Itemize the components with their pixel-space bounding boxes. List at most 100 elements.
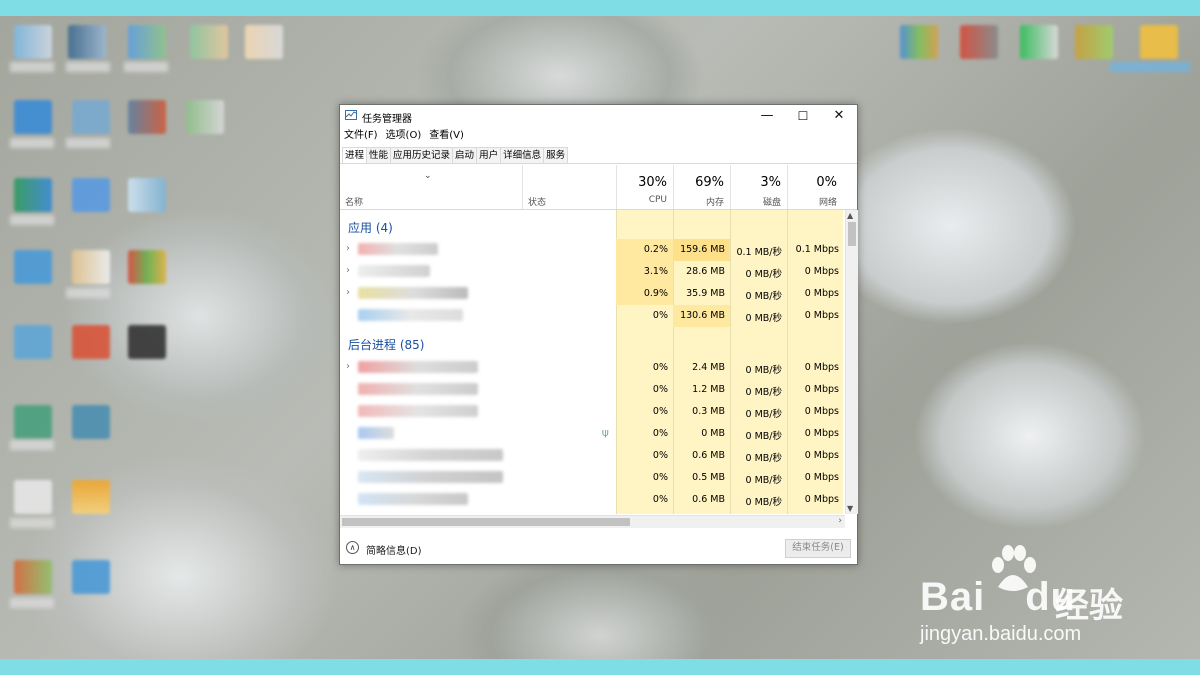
desktop-icon[interactable]: [128, 325, 166, 359]
table-row[interactable]: 0% 0.6 MB 0 MB/秒 0 Mbps: [340, 489, 843, 511]
desktop-icon[interactable]: [1020, 25, 1058, 59]
watermark-brand-cn: 经验: [1055, 586, 1123, 626]
desktop-icon[interactable]: [14, 25, 52, 59]
col-disk[interactable]: 3% 磁盘: [730, 165, 788, 209]
desktop-icon[interactable]: [128, 100, 166, 134]
expand-chevron-icon[interactable]: ›: [346, 243, 350, 254]
menu-view[interactable]: 查看(V): [425, 128, 468, 144]
desktop-icon[interactable]: [72, 405, 110, 439]
close-button[interactable]: ✕: [821, 105, 857, 127]
group-background: 后台进程 (85): [348, 338, 425, 352]
desktop-icon[interactable]: [14, 178, 52, 212]
desktop-icon[interactable]: [245, 25, 283, 59]
col-name-label: 名称: [345, 198, 364, 208]
end-task-button[interactable]: 结束任务(E): [785, 539, 851, 558]
desktop-icon[interactable]: [128, 178, 166, 212]
disk-cell: 0 MB/秒: [745, 387, 782, 398]
disk-cell: 0 MB/秒: [745, 365, 782, 376]
scroll-up-icon[interactable]: ▲: [847, 211, 853, 220]
desktop-icon[interactable]: [72, 560, 110, 594]
table-row[interactable]: 0% 0.5 MB 0 MB/秒 0 Mbps: [340, 467, 843, 489]
network-cell: 0 Mbps: [804, 362, 839, 373]
tab-performance[interactable]: 性能: [366, 147, 392, 163]
scroll-thumb[interactable]: [848, 222, 856, 246]
desktop-icon[interactable]: [14, 480, 52, 514]
tab-services[interactable]: 服务: [543, 147, 569, 163]
horizontal-scrollbar[interactable]: ›: [340, 515, 845, 528]
menu-file[interactable]: 文件(F): [340, 128, 382, 144]
col-network[interactable]: 0% 网络: [787, 165, 843, 209]
disk-cell: 0 MB/秒: [745, 497, 782, 508]
memory-cell: 1.2 MB: [692, 384, 725, 395]
desktop-icon[interactable]: [190, 25, 228, 59]
desktop-icon[interactable]: [128, 25, 166, 59]
disk-cell: 0.1 MB/秒: [736, 247, 782, 258]
tab-processes[interactable]: 进程: [342, 147, 368, 163]
table-row[interactable]: › 3.1% 28.6 MB 0 MB/秒 0 Mbps: [340, 261, 843, 283]
desktop-icon[interactable]: [186, 100, 224, 134]
desktop-icon[interactable]: [128, 250, 166, 284]
expand-chevron-icon[interactable]: ›: [346, 265, 350, 276]
vertical-scrollbar[interactable]: ▲ ▼: [845, 210, 858, 514]
col-name[interactable]: ⌄ 名称: [340, 165, 523, 209]
tab-app-history[interactable]: 应用历史记录: [390, 147, 454, 163]
fewer-details-button[interactable]: 简略信息(D): [366, 542, 422, 557]
tab-strip: 进程 性能 应用历史记录 启动 用户 详细信息 服务: [342, 147, 569, 163]
scroll-down-icon[interactable]: ▼: [847, 504, 853, 513]
tab-startup[interactable]: 启动: [452, 147, 478, 163]
desktop-icon[interactable]: [68, 25, 106, 59]
col-memory[interactable]: 69% 内存: [673, 165, 731, 209]
network-cell: 0 Mbps: [804, 310, 839, 321]
table-row[interactable]: 0% 0.3 MB 0 MB/秒 0 Mbps: [340, 401, 843, 423]
tab-users[interactable]: 用户: [476, 147, 502, 163]
memory-total: 69%: [695, 175, 724, 190]
desktop-icon[interactable]: [72, 480, 110, 514]
cpu-cell: 0%: [652, 310, 668, 321]
desktop-icon[interactable]: [1140, 25, 1178, 59]
tab-details[interactable]: 详细信息: [500, 147, 545, 163]
desktop-icon[interactable]: [14, 100, 52, 134]
desktop-icon[interactable]: [72, 325, 110, 359]
maximize-button[interactable]: ☐: [785, 105, 821, 127]
desktop-icon[interactable]: [14, 250, 52, 284]
network-cell: 0 Mbps: [804, 384, 839, 395]
title-bar[interactable]: 任务管理器 — ☐ ✕: [340, 105, 857, 127]
table-row[interactable]: › 0.9% 35.9 MB 0 MB/秒 0 Mbps: [340, 283, 843, 305]
chevron-up-icon[interactable]: ∧: [346, 541, 359, 554]
desktop-icon[interactable]: [900, 25, 938, 59]
scroll-right-icon[interactable]: ›: [838, 516, 842, 526]
disk-cell: 0 MB/秒: [745, 269, 782, 280]
desktop-icon[interactable]: [14, 405, 52, 439]
col-status-label: 状态: [528, 198, 547, 208]
table-row[interactable]: › 0% 2.4 MB 0 MB/秒 0 Mbps: [340, 357, 843, 379]
desktop-icon[interactable]: [14, 560, 52, 594]
col-cpu[interactable]: 30% CPU: [616, 165, 674, 209]
col-cpu-label: CPU: [648, 195, 667, 205]
cpu-cell: 0%: [652, 428, 668, 439]
col-status[interactable]: 状态: [522, 165, 617, 209]
expand-chevron-icon[interactable]: ›: [346, 361, 350, 372]
menu-options[interactable]: 选项(O): [382, 128, 426, 144]
desktop-icon[interactable]: [1075, 25, 1113, 59]
table-row[interactable]: › 0.2% 159.6 MB 0.1 MB/秒 0.1 Mbps: [340, 239, 843, 261]
table-row[interactable]: 0% 0.6 MB 0 MB/秒 0 Mbps: [340, 445, 843, 467]
minimize-button[interactable]: —: [749, 105, 785, 127]
cpu-cell: 0%: [652, 494, 668, 505]
desktop-icon[interactable]: [72, 100, 110, 134]
desktop-icon[interactable]: [14, 325, 52, 359]
memory-cell: 2.4 MB: [692, 362, 725, 373]
desktop-icon[interactable]: [72, 250, 110, 284]
scroll-thumb[interactable]: [342, 518, 630, 526]
memory-cell: 0.6 MB: [692, 450, 725, 461]
table-row[interactable]: 0% 1.2 MB 0 MB/秒 0 Mbps: [340, 379, 843, 401]
desktop-icon[interactable]: [72, 178, 110, 212]
expand-chevron-icon[interactable]: ›: [346, 287, 350, 298]
disk-cell: 0 MB/秒: [745, 475, 782, 486]
desktop-icon[interactable]: [960, 25, 998, 59]
cpu-cell: 0%: [652, 450, 668, 461]
task-manager-icon: [345, 110, 357, 120]
menu-bar: 文件(F) 选项(O) 查看(V): [340, 128, 468, 144]
task-manager-window: 任务管理器 — ☐ ✕ 文件(F) 选项(O) 查看(V) 进程 性能 应用历史…: [339, 104, 858, 565]
table-row[interactable]: 0% 130.6 MB 0 MB/秒 0 Mbps: [340, 305, 843, 327]
table-row[interactable]: ⍦ 0% 0 MB 0 MB/秒 0 Mbps: [340, 423, 843, 445]
